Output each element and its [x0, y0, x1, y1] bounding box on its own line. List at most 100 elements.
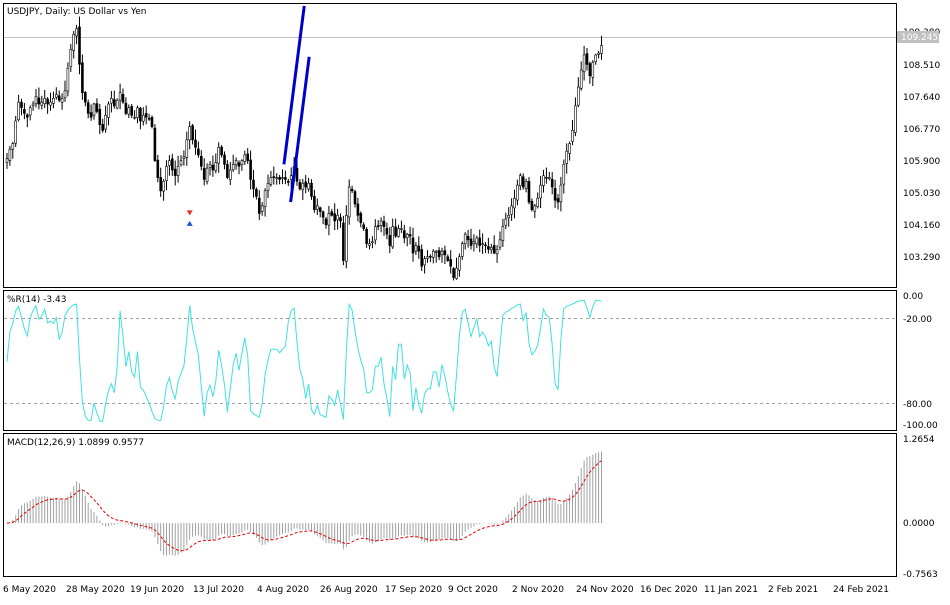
williams-r-panel[interactable] — [3, 290, 897, 431]
candle — [176, 165, 180, 176]
candle — [43, 98, 47, 104]
candle — [89, 112, 93, 118]
candle — [49, 101, 52, 106]
candle — [353, 191, 357, 205]
candle — [324, 218, 328, 226]
candle — [417, 245, 421, 252]
candle — [568, 143, 571, 154]
candle — [371, 241, 374, 244]
candle — [469, 238, 473, 246]
candle — [52, 98, 55, 104]
candle — [202, 168, 206, 180]
candle — [318, 207, 322, 212]
candle — [139, 107, 142, 122]
time-tick-label: 24 Nov 2020 — [576, 585, 634, 595]
candle — [455, 267, 458, 279]
current-price-label: 109.245 — [901, 33, 938, 43]
candle — [440, 250, 444, 256]
candle — [142, 115, 145, 122]
candle — [524, 181, 528, 189]
candle — [249, 159, 252, 180]
candle — [133, 116, 136, 119]
time-tick-label: 2 Feb 2021 — [768, 585, 818, 595]
candle — [20, 101, 23, 109]
candle — [504, 218, 508, 226]
chart-canvas[interactable]: 109.380 108.510 107.640 106.770 105.900 … — [0, 0, 950, 600]
candle — [333, 213, 337, 222]
price-tick-label: 107.640 — [903, 93, 940, 103]
candle — [339, 217, 342, 222]
candle — [385, 228, 389, 235]
candle — [298, 182, 302, 190]
candle — [107, 103, 110, 118]
candle — [585, 53, 589, 65]
candle — [31, 103, 35, 107]
price-panel-title: USDJPY, Daily: US Dollar vs Yen — [7, 7, 146, 17]
price-tick-label: 105.030 — [903, 189, 940, 199]
candle — [588, 63, 592, 76]
candle — [449, 259, 453, 267]
candle — [289, 175, 293, 180]
candle — [243, 154, 247, 162]
candle — [60, 98, 64, 103]
candle — [550, 178, 554, 188]
time-tick-label: 9 Oct 2020 — [448, 585, 498, 595]
candle — [171, 158, 174, 171]
candle — [81, 62, 84, 93]
candle — [162, 181, 165, 192]
candle — [600, 45, 603, 54]
candle — [478, 237, 482, 246]
macd-panel[interactable] — [3, 433, 897, 577]
candle — [168, 160, 171, 166]
candle — [234, 160, 238, 166]
candle — [275, 177, 279, 179]
candle — [34, 96, 38, 105]
candle — [446, 256, 450, 261]
price-panel[interactable] — [3, 3, 897, 288]
price-tick-label: 105.900 — [903, 157, 940, 167]
candle — [359, 213, 363, 224]
candle — [562, 164, 566, 185]
candle — [463, 233, 467, 245]
candle — [347, 186, 351, 218]
candle — [130, 106, 133, 116]
candle — [220, 146, 223, 156]
candle — [307, 182, 310, 190]
candle — [226, 164, 229, 178]
candle — [513, 198, 516, 209]
candle — [321, 211, 325, 218]
candle — [165, 165, 168, 181]
candle — [278, 176, 281, 180]
candle — [11, 143, 15, 150]
time-tick-label: 13 Jul 2020 — [193, 585, 244, 595]
candle — [144, 113, 148, 118]
candle — [223, 154, 226, 165]
candle — [46, 98, 49, 105]
candle — [95, 103, 99, 112]
candle — [281, 177, 284, 179]
wr-tick-label: -20.00 — [903, 315, 932, 325]
candle — [194, 139, 197, 148]
candle — [110, 98, 113, 104]
price-tick-label: 106.770 — [903, 125, 940, 135]
candle — [582, 54, 586, 73]
trading-chart[interactable]: 109.380 108.510 107.640 106.770 105.900 … — [0, 0, 950, 600]
candle — [489, 247, 493, 251]
candle — [286, 181, 290, 183]
candle — [269, 177, 273, 185]
time-axis: 6 May 2020 28 May 2020 19 Jun 2020 13 Ju… — [3, 585, 889, 595]
candle — [350, 188, 354, 192]
candle — [66, 67, 70, 92]
candle — [542, 175, 545, 186]
candle — [565, 150, 569, 164]
candle — [246, 153, 249, 161]
candle — [405, 233, 409, 239]
candle — [266, 182, 270, 191]
macd-tick-label: 1.2654 — [903, 435, 935, 445]
candle — [57, 95, 61, 101]
candle — [344, 215, 348, 262]
candle — [37, 97, 41, 105]
candle — [217, 147, 220, 164]
candle — [365, 228, 368, 244]
candle — [200, 155, 203, 167]
